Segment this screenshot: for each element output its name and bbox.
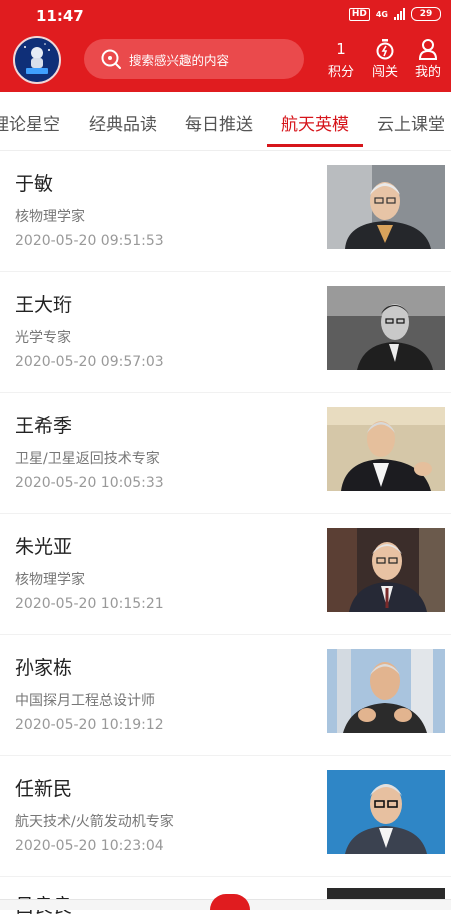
tab-aerospace-heroes[interactable]: 航天英模 — [281, 110, 349, 135]
portrait-image — [327, 528, 445, 612]
item-name: 任新民 — [15, 778, 73, 800]
item-name: 朱光亚 — [15, 536, 73, 558]
astronaut-icon — [15, 38, 59, 82]
search-placeholder: 搜索感兴趣的内容 — [129, 52, 230, 68]
item-name: 王大珩 — [15, 294, 73, 316]
stopwatch-icon — [376, 39, 394, 60]
item-description: 光学专家 — [15, 330, 71, 346]
user-icon — [418, 39, 438, 60]
bottom-navigation — [0, 894, 451, 910]
portrait-image — [327, 165, 445, 249]
portrait-image — [327, 649, 445, 733]
item-description: 核物理学家 — [15, 209, 85, 225]
tab-theory-stars[interactable]: 理论星空 — [0, 110, 60, 135]
search-bar[interactable]: 搜索感兴趣的内容 — [84, 39, 304, 79]
mine-label: 我的 — [414, 65, 441, 80]
item-date: 2020-05-20 10:05:33 — [15, 475, 164, 491]
signal-icon — [394, 8, 405, 20]
hero-list: 于敏 核物理学家 2020-05-20 09:51:53 王大珩 光学专家 20… — [0, 151, 451, 877]
battery-icon: 29 — [411, 7, 441, 21]
tab-daily-push[interactable]: 每日推送 — [185, 110, 253, 135]
points-button[interactable]: 1 积分 — [321, 38, 361, 80]
points-value: 1 — [336, 40, 346, 58]
item-name: 于敏 — [15, 173, 54, 195]
tab-cloud-classroom[interactable]: 云上课堂 — [377, 110, 445, 135]
challenge-label: 闯关 — [371, 65, 398, 80]
item-description: 航天技术/火箭发动机专家 — [15, 814, 174, 830]
points-label: 积分 — [327, 65, 354, 80]
list-item[interactable]: 孙家栋 中国探月工程总设计师 2020-05-20 10:19:12 — [0, 635, 451, 756]
hd-icon: HD — [348, 7, 370, 21]
portrait-image — [327, 770, 445, 854]
app-logo[interactable] — [13, 36, 61, 84]
list-item[interactable]: 任新民 航天技术/火箭发动机专家 2020-05-20 10:23:04 — [0, 756, 451, 877]
network-type: 4G — [375, 9, 388, 19]
item-name: 孙家栋 — [15, 657, 73, 679]
item-description: 卫星/卫星返回技术专家 — [15, 451, 160, 467]
portrait-image — [327, 407, 445, 491]
item-date: 2020-05-20 10:23:04 — [15, 838, 164, 854]
list-item[interactable]: 王大珩 光学专家 2020-05-20 09:57:03 — [0, 272, 451, 393]
mine-button[interactable]: 我的 — [408, 38, 448, 80]
active-tab-indicator — [267, 144, 363, 147]
item-description: 核物理学家 — [15, 572, 85, 588]
app-header: 11:47 HD 4G 29 搜索感兴趣的内容 1 积分 闯关 我的 — [0, 0, 451, 92]
challenge-button[interactable]: 闯关 — [365, 38, 405, 80]
item-description: 中国探月工程总设计师 — [15, 693, 155, 709]
item-date: 2020-05-20 10:19:12 — [15, 717, 164, 733]
item-name: 王希季 — [15, 415, 73, 437]
portrait-image — [327, 286, 445, 370]
item-date: 2020-05-20 09:57:03 — [15, 354, 164, 370]
item-date: 2020-05-20 09:51:53 — [15, 233, 164, 249]
list-item[interactable]: 王希季 卫星/卫星返回技术专家 2020-05-20 10:05:33 — [0, 393, 451, 514]
tab-classic-reading[interactable]: 经典品读 — [89, 110, 157, 135]
list-item[interactable]: 朱光亚 核物理学家 2020-05-20 10:15:21 — [0, 514, 451, 635]
item-date: 2020-05-20 10:15:21 — [15, 596, 164, 612]
status-bar: 11:47 HD 4G 29 — [0, 0, 451, 30]
status-time: 11:47 — [36, 7, 84, 25]
search-icon — [101, 49, 121, 69]
category-tabs: 理论星空 经典品读 每日推送 航天英模 云上课堂 — [0, 92, 451, 151]
list-item[interactable]: 于敏 核物理学家 2020-05-20 09:51:53 — [0, 151, 451, 272]
